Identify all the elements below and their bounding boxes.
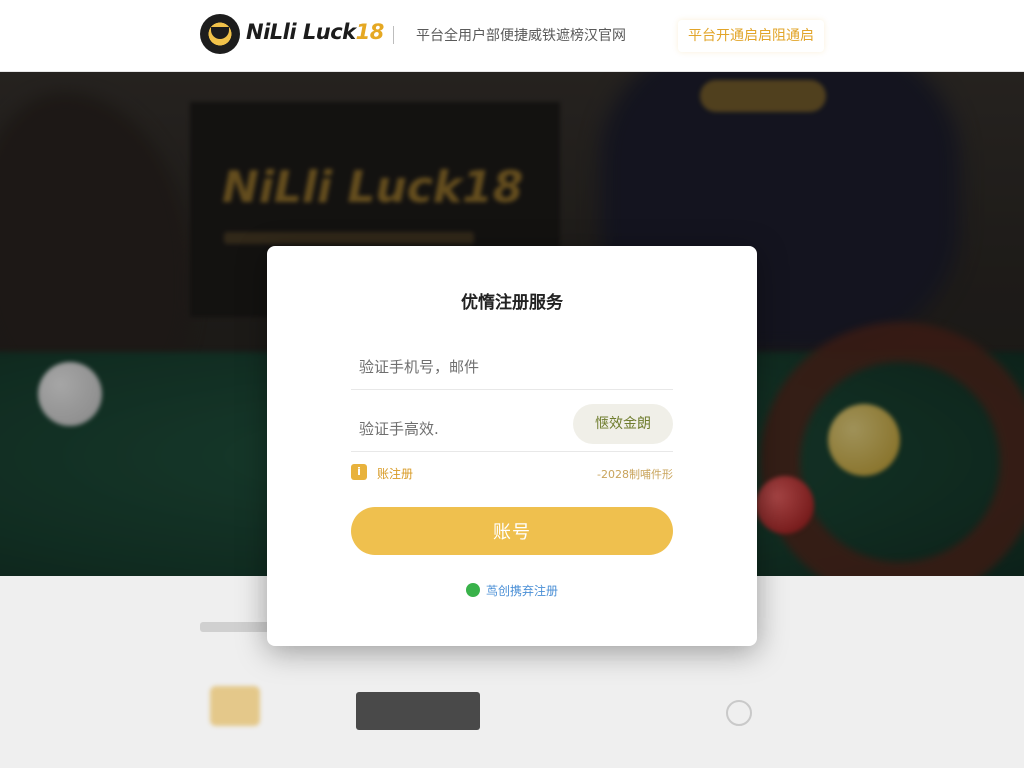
logo-mark-icon xyxy=(200,14,240,54)
bg-thumbnail xyxy=(210,686,260,726)
agreement-row: i 账注册 -2028制哺件形 xyxy=(351,464,673,482)
bg-dark-button xyxy=(356,692,480,730)
info-square-icon[interactable]: i xyxy=(351,464,367,480)
green-dot-icon xyxy=(465,583,480,597)
agreement-note: -2028制哺件形 xyxy=(597,468,673,481)
agreement-label[interactable]: 账注册 xyxy=(377,465,413,482)
footer-link[interactable]: 茑创携弃注册 xyxy=(465,582,558,599)
submit-button[interactable]: 账号 xyxy=(351,507,673,555)
footer-link-label: 茑创携弃注册 xyxy=(485,584,558,598)
register-modal: 优惰注册服务 惬效金朗 i 账注册 -2028制哺件形 账号 茑创携弃注册 xyxy=(267,246,757,646)
logo-text-main: NiLli Luck xyxy=(246,20,356,44)
header-divider xyxy=(393,26,394,44)
footer-row: 茑创携弃注册 xyxy=(267,580,757,598)
phone-email-input[interactable] xyxy=(359,352,569,382)
modal-title: 优惰注册服务 xyxy=(461,293,563,313)
logo-text-number: 18 xyxy=(355,20,385,44)
get-code-button[interactable]: 惬效金朗 xyxy=(573,404,673,444)
top-header: NiLli Luck18 平台全用户部便捷威铁遮榜汉官网 平台开通启启阻通启 xyxy=(0,0,1024,72)
header-slogan: 平台全用户部便捷威铁遮榜汉官网 xyxy=(416,28,626,44)
logo-text: NiLli Luck18 xyxy=(246,20,384,44)
bg-circle-icon xyxy=(726,700,752,726)
verification-code-input[interactable] xyxy=(359,414,569,444)
phone-field xyxy=(351,342,673,390)
code-field: 惬效金朗 xyxy=(351,404,673,452)
header-notice-button[interactable]: 平台开通启启阻通启 xyxy=(678,20,824,52)
brand-logo[interactable]: NiLli Luck18 xyxy=(200,14,390,56)
